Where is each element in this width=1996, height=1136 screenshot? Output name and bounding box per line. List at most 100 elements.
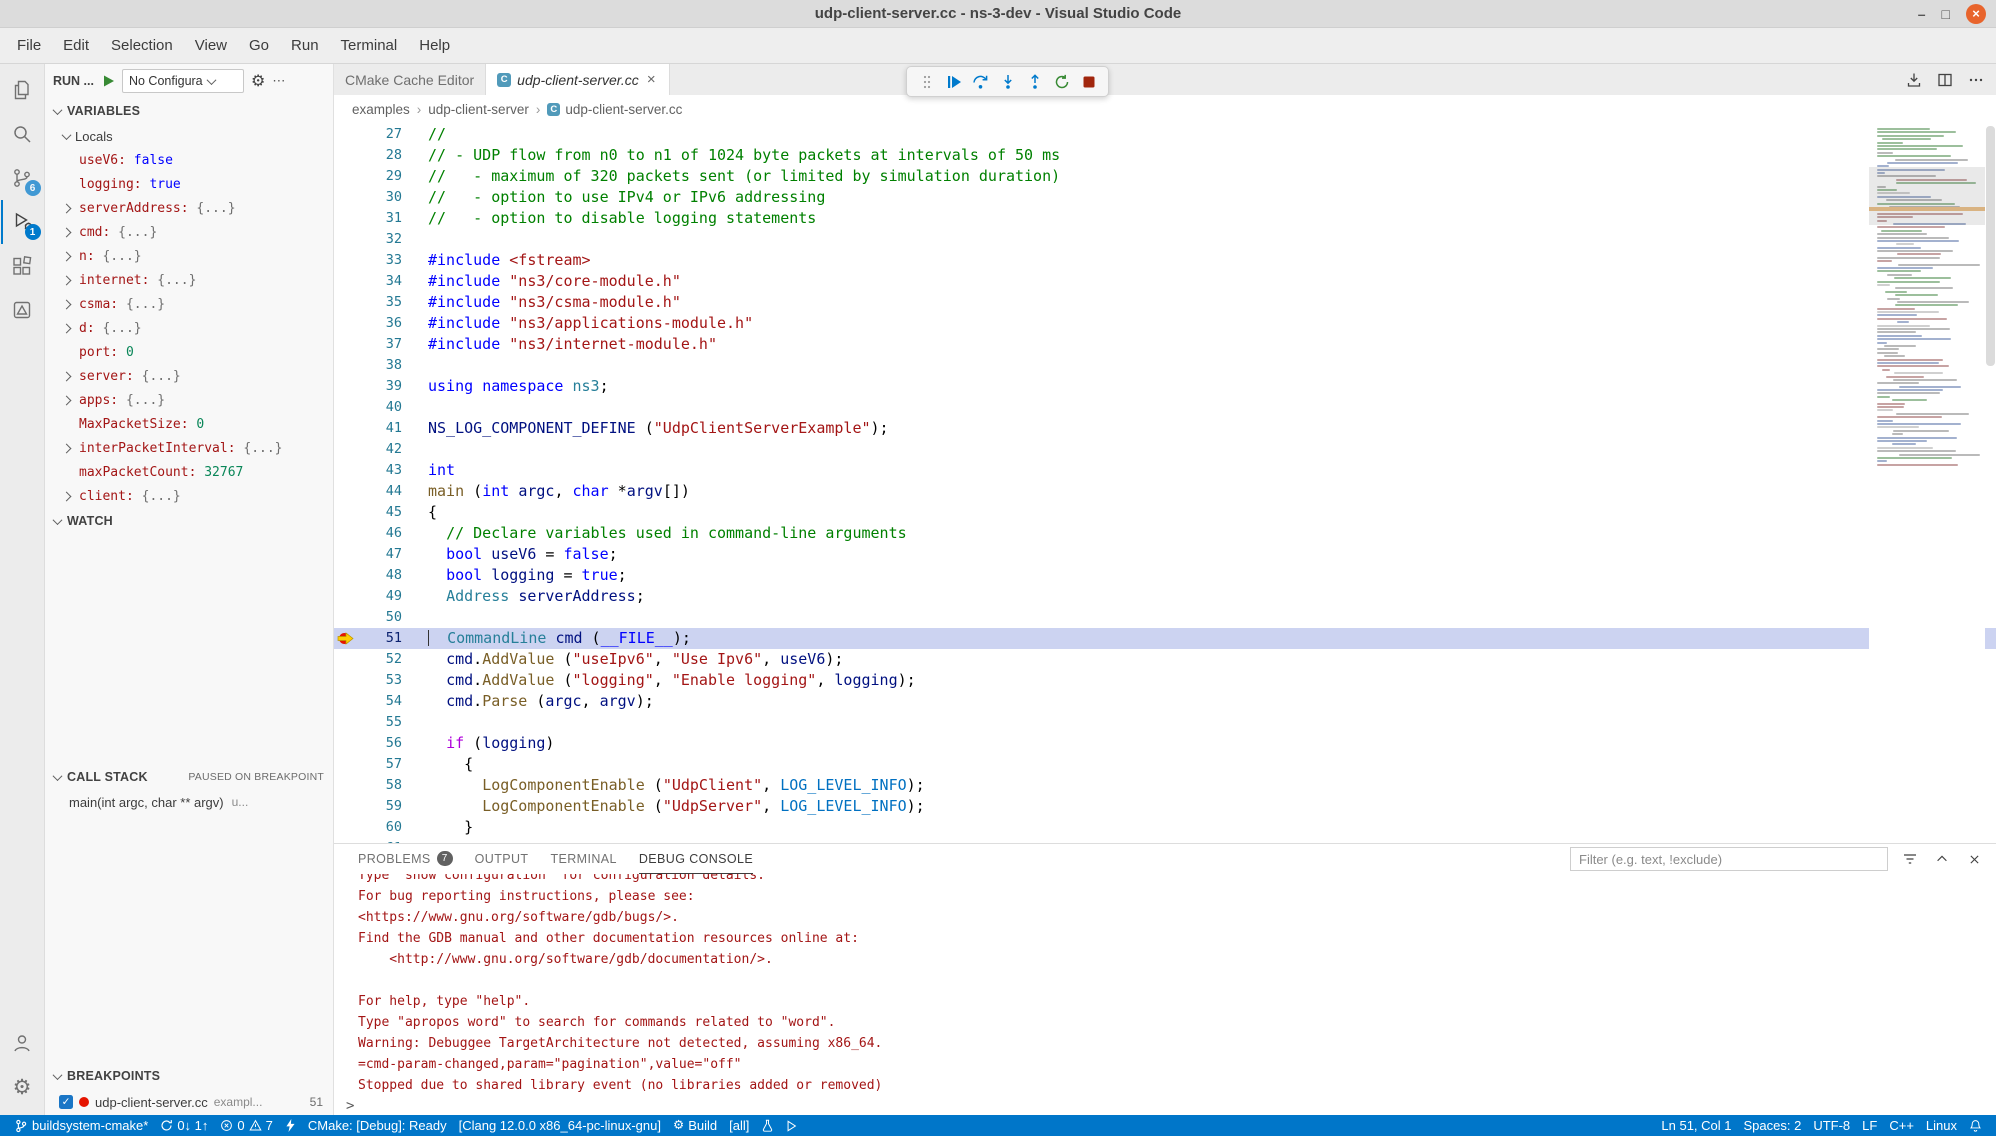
code-line[interactable]: 50 bbox=[334, 607, 1996, 628]
watch-section-header[interactable]: WATCH bbox=[45, 508, 333, 534]
code-line[interactable]: 42 bbox=[334, 439, 1996, 460]
menu-run[interactable]: Run bbox=[280, 33, 330, 58]
code-line[interactable]: 47 bool useV6 = false; bbox=[334, 544, 1996, 565]
continue-icon[interactable] bbox=[942, 70, 965, 93]
breakpoint-gutter[interactable] bbox=[334, 334, 358, 355]
line-number[interactable]: 56 bbox=[358, 733, 402, 754]
stop-icon[interactable] bbox=[1077, 70, 1100, 93]
breakpoint-gutter[interactable] bbox=[334, 523, 358, 544]
split-editor-icon[interactable] bbox=[1933, 68, 1957, 92]
code-line[interactable]: 41NS_LOG_COMPONENT_DEFINE ("UdpClientSer… bbox=[334, 418, 1996, 439]
minimize-icon[interactable]: – bbox=[1918, 7, 1926, 21]
menu-terminal[interactable]: Terminal bbox=[330, 33, 409, 58]
panel-tab-debug-console[interactable]: DEBUG CONSOLE bbox=[639, 844, 753, 874]
menu-file[interactable]: File bbox=[6, 33, 52, 58]
variable-row[interactable]: d: {...} bbox=[45, 316, 333, 340]
breakpoint-gutter[interactable] bbox=[334, 292, 358, 313]
breakpoint-gutter[interactable] bbox=[334, 775, 358, 796]
code-line[interactable]: 54 cmd.Parse (argc, argv); bbox=[334, 691, 1996, 712]
code-line[interactable]: 59 LogComponentEnable ("UdpServer", LOG_… bbox=[334, 796, 1996, 817]
breakpoint-gutter[interactable] bbox=[334, 502, 358, 523]
breakpoint-checkbox[interactable]: ✓ bbox=[59, 1095, 73, 1109]
line-number[interactable]: 43 bbox=[358, 460, 402, 481]
code-line[interactable]: 32 bbox=[334, 229, 1996, 250]
configure-gear-icon[interactable]: ⚙ bbox=[251, 73, 265, 89]
code-line[interactable]: 56 if (logging) bbox=[334, 733, 1996, 754]
breakpoint-row[interactable]: ✓ udp-client-server.cc exampl... 51 bbox=[45, 1089, 333, 1115]
line-number[interactable]: 44 bbox=[358, 481, 402, 502]
breakpoint-gutter[interactable] bbox=[334, 166, 358, 187]
breakpoint-gutter[interactable] bbox=[334, 313, 358, 334]
panel-tab-problems[interactable]: PROBLEMS7 bbox=[358, 844, 453, 874]
settings-gear-icon[interactable]: ⚙ bbox=[1, 1065, 44, 1109]
code-editor[interactable]: 27//28// - UDP flow from n0 to n1 of 102… bbox=[334, 123, 1996, 843]
code-line[interactable]: 53 cmd.AddValue ("logging", "Enable logg… bbox=[334, 670, 1996, 691]
status-cursor-position[interactable]: Ln 51, Col 1 bbox=[1655, 1115, 1737, 1136]
variable-row[interactable]: serverAddress: {...} bbox=[45, 196, 333, 220]
code-line[interactable]: 52 cmd.AddValue ("useIpv6", "Use Ipv6", … bbox=[334, 649, 1996, 670]
status-cmake-kit[interactable]: [Clang 12.0.0 x86_64-pc-linux-gnu] bbox=[453, 1115, 667, 1136]
breadcrumb-item[interactable]: Cudp-client-server.cc bbox=[547, 102, 682, 117]
code-line[interactable]: 38 bbox=[334, 355, 1996, 376]
code-line[interactable]: 55 bbox=[334, 712, 1996, 733]
code-line[interactable]: 34#include "ns3/core-module.h" bbox=[334, 271, 1996, 292]
locals-scope[interactable]: Locals bbox=[45, 124, 333, 148]
console-filter-input[interactable] bbox=[1570, 847, 1888, 871]
step-out-icon[interactable] bbox=[1023, 70, 1046, 93]
menu-view[interactable]: View bbox=[184, 33, 238, 58]
restart-icon[interactable] bbox=[1050, 70, 1073, 93]
line-number[interactable]: 48 bbox=[358, 565, 402, 586]
variable-row[interactable]: useV6: false bbox=[45, 148, 333, 172]
line-number[interactable]: 57 bbox=[358, 754, 402, 775]
line-number[interactable]: 37 bbox=[358, 334, 402, 355]
download-icon[interactable] bbox=[1902, 68, 1926, 92]
menu-go[interactable]: Go bbox=[238, 33, 280, 58]
line-number[interactable]: 54 bbox=[358, 691, 402, 712]
breakpoint-gutter[interactable] bbox=[334, 271, 358, 292]
code-line[interactable]: 44main (int argc, char *argv[]) bbox=[334, 481, 1996, 502]
variable-row[interactable]: apps: {...} bbox=[45, 388, 333, 412]
breakpoint-gutter[interactable] bbox=[334, 691, 358, 712]
breakpoint-gutter[interactable] bbox=[334, 544, 358, 565]
code-line[interactable]: 45{ bbox=[334, 502, 1996, 523]
maximize-icon[interactable]: □ bbox=[1942, 7, 1950, 21]
status-cmake-debug[interactable] bbox=[279, 1115, 302, 1136]
menu-help[interactable]: Help bbox=[408, 33, 461, 58]
start-debug-icon[interactable] bbox=[101, 74, 115, 88]
close-panel-icon[interactable] bbox=[1964, 849, 1984, 869]
step-over-icon[interactable] bbox=[969, 70, 992, 93]
line-number[interactable]: 30 bbox=[358, 187, 402, 208]
line-number[interactable]: 39 bbox=[358, 376, 402, 397]
code-line[interactable]: 37#include "ns3/internet-module.h" bbox=[334, 334, 1996, 355]
variable-row[interactable]: interPacketInterval: {...} bbox=[45, 436, 333, 460]
line-number[interactable]: 41 bbox=[358, 418, 402, 439]
breakpoint-gutter[interactable] bbox=[334, 229, 358, 250]
breakpoint-gutter[interactable] bbox=[334, 838, 358, 843]
code-line[interactable]: 57 { bbox=[334, 754, 1996, 775]
breakpoint-gutter[interactable] bbox=[334, 649, 358, 670]
code-line[interactable]: 33#include <fstream> bbox=[334, 250, 1996, 271]
cmake-icon[interactable] bbox=[1, 288, 44, 332]
step-into-icon[interactable] bbox=[996, 70, 1019, 93]
explorer-icon[interactable] bbox=[1, 68, 44, 112]
breakpoint-gutter[interactable] bbox=[334, 817, 358, 838]
status-git-sync[interactable]: 0↓ 1↑ bbox=[154, 1115, 214, 1136]
line-number[interactable]: 40 bbox=[358, 397, 402, 418]
variable-row[interactable]: cmd: {...} bbox=[45, 220, 333, 244]
status-cmake-launch[interactable] bbox=[780, 1115, 803, 1136]
status-ctest[interactable] bbox=[755, 1115, 780, 1136]
variable-row[interactable]: internet: {...} bbox=[45, 268, 333, 292]
status-cmake-build[interactable]: ⚙Build bbox=[667, 1115, 723, 1136]
status-problems[interactable]: 07 bbox=[214, 1115, 278, 1136]
variable-row[interactable]: server: {...} bbox=[45, 364, 333, 388]
line-number[interactable]: 28 bbox=[358, 145, 402, 166]
code-line[interactable]: 43int bbox=[334, 460, 1996, 481]
line-number[interactable]: 50 bbox=[358, 607, 402, 628]
breakpoint-gutter[interactable] bbox=[334, 208, 358, 229]
code-line[interactable]: 36#include "ns3/applications-module.h" bbox=[334, 313, 1996, 334]
status-encoding[interactable]: UTF-8 bbox=[1807, 1115, 1856, 1136]
variable-row[interactable]: csma: {...} bbox=[45, 292, 333, 316]
breakpoint-gutter[interactable] bbox=[334, 355, 358, 376]
variable-row[interactable]: n: {...} bbox=[45, 244, 333, 268]
status-eol[interactable]: LF bbox=[1856, 1115, 1883, 1136]
